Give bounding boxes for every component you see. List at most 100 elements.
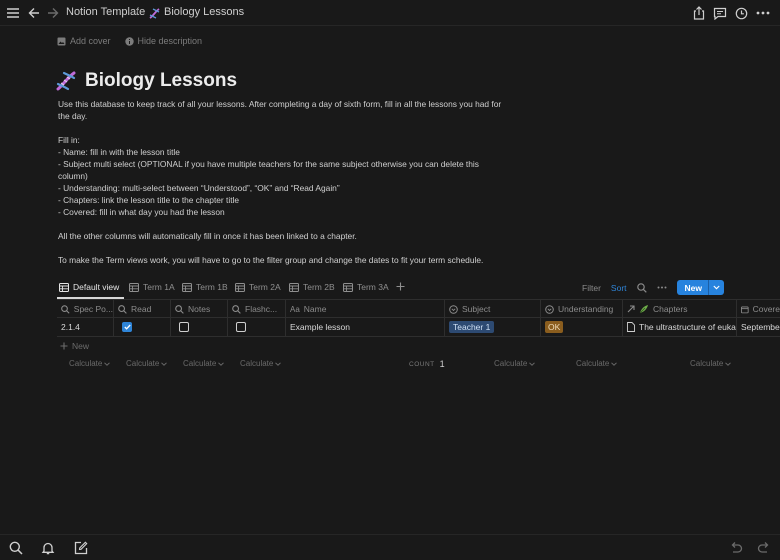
bell-icon[interactable] <box>41 541 55 555</box>
plus-icon <box>60 342 68 350</box>
calculate-notes[interactable]: Calculate <box>183 359 225 368</box>
search-icon <box>232 304 241 314</box>
flashcards-checkbox[interactable] <box>236 322 246 332</box>
cell-flashcards <box>228 318 286 336</box>
hide-description-label: Hide description <box>137 36 203 46</box>
chapter-link[interactable]: The ultrastructure of euka <box>639 322 736 332</box>
select-property-icon <box>545 304 554 314</box>
page-actions: Add cover Hide description <box>57 36 202 46</box>
add-cover-button[interactable]: Add cover <box>57 36 111 46</box>
calculate-spec-point[interactable]: Calculate <box>69 359 111 368</box>
chevron-down-icon <box>104 361 111 366</box>
cell-read <box>114 318 171 336</box>
filter-button[interactable]: Filter <box>582 283 601 293</box>
dna-icon[interactable] <box>55 70 77 92</box>
history-clock-icon[interactable] <box>733 5 749 21</box>
cell-chapters[interactable]: The ultrastructure of euka <box>623 318 737 336</box>
description-line: - Understanding: multi-select between “U… <box>58 183 340 193</box>
column-label: Understanding <box>558 304 614 314</box>
table-row[interactable]: 2.1.4 Example lesson Teacher 1 OK The ul… <box>57 318 780 337</box>
tab-label: Default view <box>73 282 120 292</box>
calculate-label: Calculate <box>494 359 528 368</box>
menu-icon[interactable] <box>5 5 21 21</box>
tab-label: Term 1B <box>196 282 228 292</box>
calculate-read[interactable]: Calculate <box>126 359 168 368</box>
add-row-button[interactable]: New <box>60 341 89 351</box>
tab-label: Term 2A <box>249 282 281 292</box>
calculate-understanding[interactable]: Calculate <box>576 359 618 368</box>
column-header-notes[interactable]: Notes <box>171 300 228 318</box>
column-header-spec-point[interactable]: Spec Po... <box>57 300 114 318</box>
chevron-down-icon <box>275 361 282 366</box>
count-name[interactable]: COUNT 1 <box>409 359 445 369</box>
more-options-icon[interactable] <box>755 5 771 21</box>
cell-understanding[interactable]: OK <box>541 318 623 336</box>
sort-button[interactable]: Sort <box>611 283 627 293</box>
view-toolbar: Filter Sort New <box>582 280 724 295</box>
calculate-subject[interactable]: Calculate <box>494 359 536 368</box>
tab-term-2a[interactable]: Term 2A <box>235 282 281 292</box>
cell-name[interactable]: Example lesson <box>286 318 445 336</box>
tab-default-view[interactable]: Default view <box>59 282 119 292</box>
calculate-label: Calculate <box>240 359 274 368</box>
cell-spec-point[interactable]: 2.1.4 <box>57 318 114 336</box>
search-icon[interactable] <box>636 282 647 293</box>
column-header-flashcards[interactable]: Flashc... <box>228 300 286 318</box>
calculate-label: Calculate <box>126 359 160 368</box>
new-button[interactable]: New <box>676 280 724 295</box>
column-header-chapters[interactable]: Chapters <box>623 300 737 318</box>
covered-date: September <box>741 322 780 332</box>
chevron-down-icon[interactable] <box>708 280 724 295</box>
tab-term-1a[interactable]: Term 1A <box>129 282 175 292</box>
column-header-name[interactable]: Aa Name <box>286 300 445 318</box>
comment-icon[interactable] <box>712 5 728 21</box>
back-arrow-icon[interactable] <box>26 5 42 21</box>
column-header-subject[interactable]: Subject <box>445 300 541 318</box>
bottom-bar <box>0 534 780 560</box>
page-description[interactable]: Use this database to keep track of all y… <box>58 98 508 266</box>
column-header-understanding[interactable]: Understanding <box>541 300 623 318</box>
breadcrumb-separator: / <box>136 6 140 18</box>
table-icon <box>182 282 192 292</box>
add-view-icon[interactable] <box>396 282 405 291</box>
column-header-covered[interactable]: Covere <box>737 300 780 318</box>
breadcrumb-workspace[interactable]: Notion Template <box>66 6 145 18</box>
calculate-flashcards[interactable]: Calculate <box>240 359 282 368</box>
understanding-tag: OK <box>545 321 564 333</box>
forward-arrow-icon[interactable] <box>45 5 61 21</box>
description-line: - Chapters: link the lesson title to the… <box>58 195 240 205</box>
description-line: Fill in: <box>58 135 80 145</box>
table-icon <box>235 282 245 292</box>
table-icon <box>129 282 139 292</box>
cell-subject[interactable]: Teacher 1 <box>445 318 541 336</box>
share-icon[interactable] <box>691 5 707 21</box>
dna-icon <box>146 5 162 21</box>
calculate-chapters[interactable]: Calculate <box>690 359 732 368</box>
column-header-read[interactable]: Read <box>114 300 171 318</box>
more-options-icon[interactable] <box>657 286 667 289</box>
chevron-down-icon <box>218 361 225 366</box>
tab-term-2b[interactable]: Term 2B <box>289 282 335 292</box>
description-line: - Subject multi select (OPTIONAL if you … <box>58 159 479 181</box>
redo-icon[interactable] <box>757 541 771 555</box>
cell-covered[interactable]: September <box>737 318 780 336</box>
read-checkbox[interactable] <box>122 322 132 332</box>
top-bar: Notion Template / Biology Lessons <box>0 0 780 26</box>
hide-description-button[interactable]: Hide description <box>124 36 203 46</box>
compose-icon[interactable] <box>74 541 88 555</box>
column-label: Covere <box>752 304 780 314</box>
search-icon[interactable] <box>9 541 23 555</box>
tab-term-1b[interactable]: Term 1B <box>182 282 228 292</box>
notes-checkbox[interactable] <box>179 322 189 332</box>
tab-term-3a[interactable]: Term 3A <box>343 282 389 292</box>
spec-point-value: 2.1.4 <box>61 322 80 332</box>
table-icon <box>343 282 353 292</box>
cell-notes <box>171 318 228 336</box>
page-title[interactable]: Biology Lessons <box>85 70 237 92</box>
description-spacer <box>58 218 508 230</box>
breadcrumb-page[interactable]: Biology Lessons <box>164 6 244 18</box>
calculate-label: Calculate <box>69 359 103 368</box>
undo-icon[interactable] <box>729 541 743 555</box>
column-label: Notes <box>188 304 211 314</box>
image-icon <box>57 37 66 45</box>
